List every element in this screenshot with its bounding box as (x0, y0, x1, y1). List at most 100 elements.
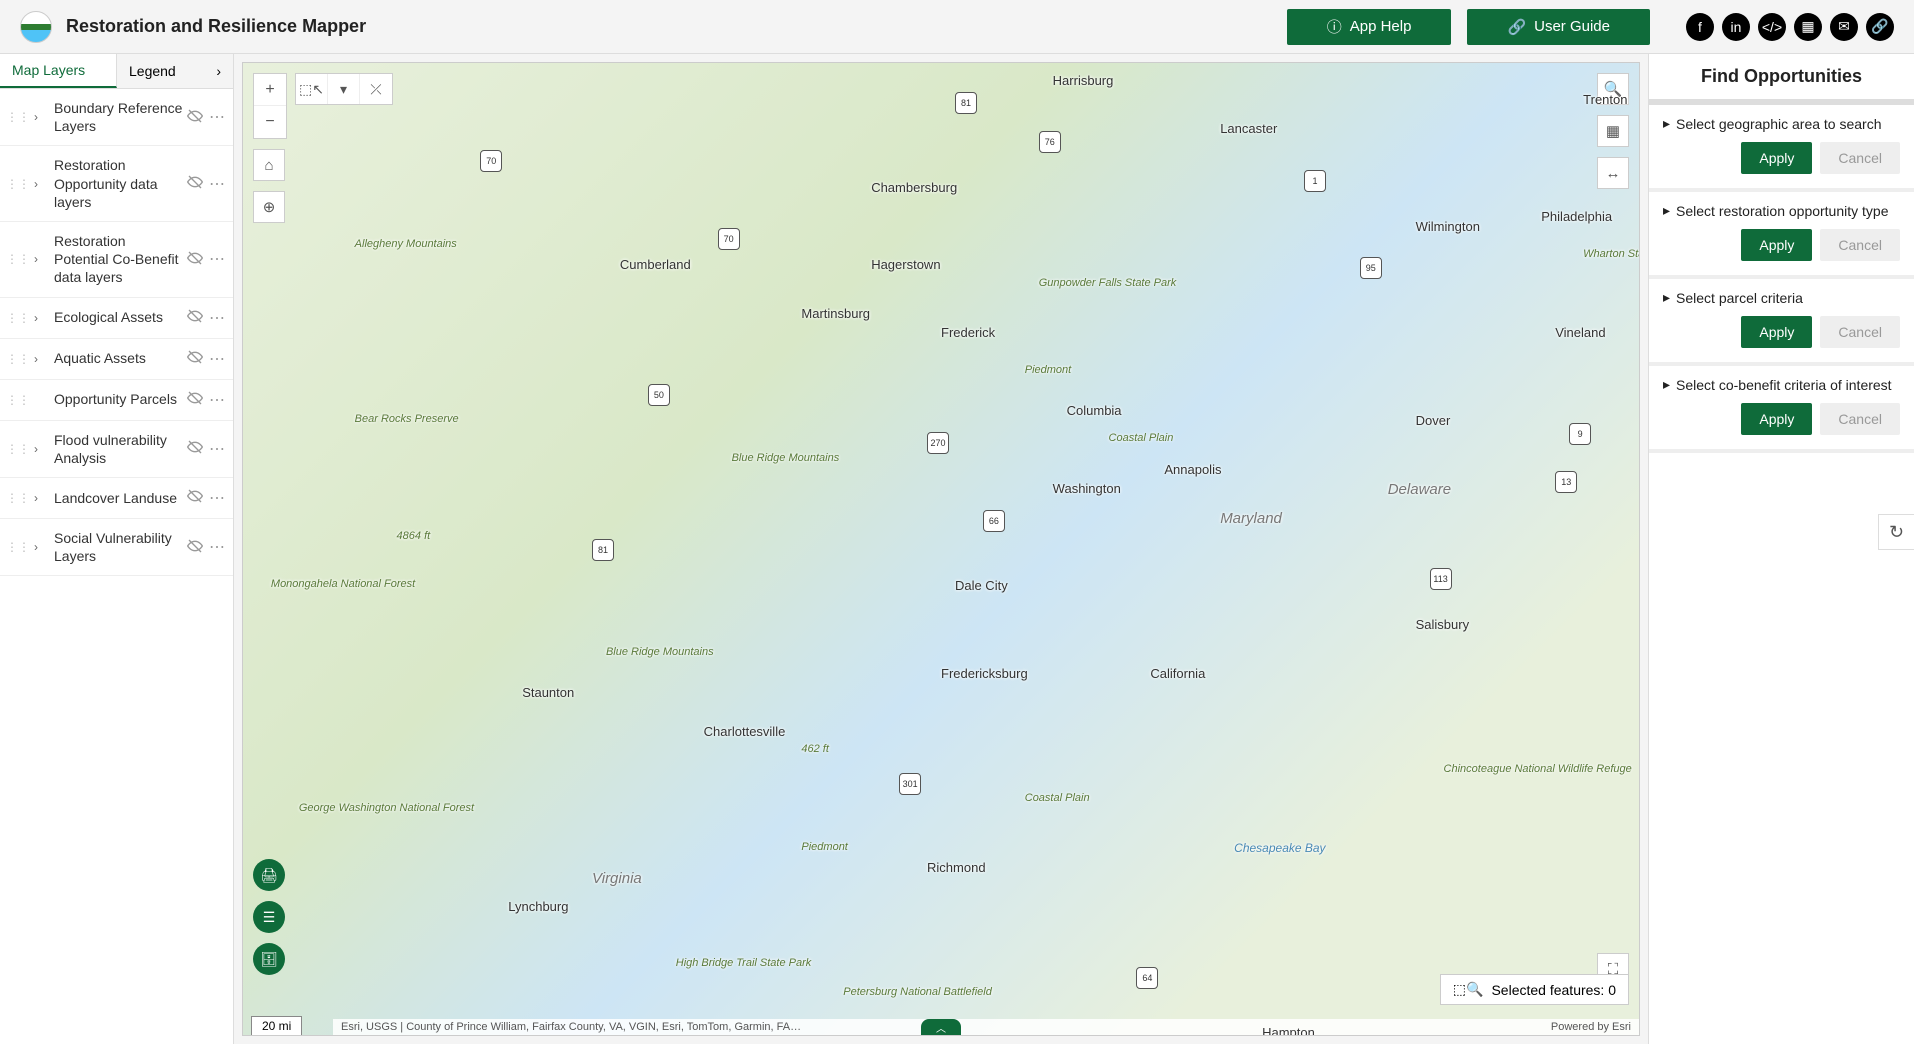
select-dropdown-icon[interactable]: ▾ (328, 74, 360, 104)
qr-icon[interactable]: ▦ (1794, 13, 1822, 41)
tab-map-layers[interactable]: Map Layers (0, 54, 117, 88)
more-options-icon[interactable]: ⋯ (209, 349, 227, 369)
apply-button[interactable]: Apply (1741, 316, 1812, 348)
print-button[interactable]: 🖨 (253, 859, 285, 891)
layer-item: ⋮⋮ Opportunity Parcels ⋯ (0, 380, 233, 421)
attribute-table-toggle[interactable]: ︿ (921, 1019, 961, 1035)
layer-label[interactable]: Aquatic Assets (54, 349, 187, 367)
map-canvas[interactable]: + − ⌂ ⊕ ⬚↖ ▾ ⤫ 🔍 ▦ ↔ 🖨 (242, 62, 1640, 1036)
more-options-icon[interactable]: ⋯ (209, 537, 227, 557)
layer-label[interactable]: Boundary Reference Layers (54, 99, 187, 135)
facebook-icon[interactable]: f (1686, 13, 1714, 41)
data-button[interactable]: 🗄 (253, 943, 285, 975)
criteria-section: ▸Select parcel criteriaApplyCancel (1649, 279, 1914, 366)
drag-handle-icon[interactable]: ⋮⋮ (6, 177, 30, 191)
linkedin-icon[interactable]: in (1722, 13, 1750, 41)
search-button[interactable]: 🔍 (1597, 73, 1629, 105)
apply-button[interactable]: Apply (1741, 229, 1812, 261)
drag-handle-icon[interactable]: ⋮⋮ (6, 491, 30, 505)
layer-label[interactable]: Ecological Assets (54, 308, 187, 326)
criteria-label: Select co-benefit criteria of interest (1676, 377, 1892, 393)
zoom-out-button[interactable]: − (254, 106, 286, 138)
map-label: Martinsburg (801, 306, 870, 321)
layer-label[interactable]: Social Vulnerability Layers (54, 529, 187, 565)
expand-caret-icon[interactable]: › (34, 110, 46, 124)
more-options-icon[interactable]: ⋯ (209, 488, 227, 508)
selected-features-chip[interactable]: ⬚🔍 Selected features: 0 (1440, 974, 1629, 1005)
map-container: + − ⌂ ⊕ ⬚↖ ▾ ⤫ 🔍 ▦ ↔ 🖨 (234, 54, 1648, 1044)
drag-handle-icon[interactable]: ⋮⋮ (6, 110, 30, 124)
attribution-powered[interactable]: Powered by Esri (1551, 1021, 1631, 1033)
map-label: Gunpowder Falls State Park (1039, 277, 1177, 289)
more-options-icon[interactable]: ⋯ (209, 174, 227, 194)
share-link-icon[interactable]: 🔗 (1866, 13, 1894, 41)
select-clear-icon[interactable]: ⤫ (360, 74, 392, 104)
map-label: Frederick (941, 325, 995, 340)
layer-label[interactable]: Opportunity Parcels (54, 390, 187, 408)
criteria-header[interactable]: ▸Select parcel criteria (1663, 289, 1900, 306)
drag-handle-icon[interactable]: ⋮⋮ (6, 540, 30, 554)
expand-caret-icon[interactable]: › (34, 442, 46, 456)
map-label: Hagerstown (871, 257, 940, 272)
criteria-actions: ApplyCancel (1663, 142, 1900, 174)
map-label: Coastal Plain (1109, 432, 1174, 444)
expand-caret-icon[interactable]: › (34, 352, 46, 366)
more-options-icon[interactable]: ⋯ (209, 439, 227, 459)
visibility-off-icon[interactable] (187, 349, 203, 368)
map-label: Monongahela National Forest (271, 578, 415, 590)
zoom-controls: + − (253, 73, 287, 139)
layer-label[interactable]: Restoration Potential Co-Benefit data la… (54, 232, 187, 287)
map-label: Chambersburg (871, 180, 957, 195)
criteria-header[interactable]: ▸Select co-benefit criteria of interest (1663, 376, 1900, 393)
social-icons: f in </> ▦ ✉ 🔗 (1686, 13, 1894, 41)
visibility-off-icon[interactable] (187, 108, 203, 127)
legend-button[interactable]: ☰ (253, 901, 285, 933)
refresh-button[interactable]: ↻ (1878, 514, 1914, 550)
layer-label[interactable]: Flood vulnerability Analysis (54, 431, 187, 467)
user-guide-button[interactable]: 🔗 User Guide (1467, 9, 1650, 45)
apply-button[interactable]: Apply (1741, 403, 1812, 435)
expand-caret-icon[interactable]: › (34, 177, 46, 191)
criteria-header[interactable]: ▸Select restoration opportunity type (1663, 202, 1900, 219)
mail-icon[interactable]: ✉ (1830, 13, 1858, 41)
cancel-button: Cancel (1820, 403, 1900, 435)
home-button[interactable]: ⌂ (253, 149, 285, 181)
criteria-section: ▸Select co-benefit criteria of interest A… (1649, 366, 1914, 453)
criteria-header[interactable]: ▸Select geographic area to search (1663, 115, 1900, 132)
expand-caret-icon[interactable]: › (34, 311, 46, 325)
more-options-icon[interactable]: ⋯ (209, 390, 227, 410)
expand-caret-icon[interactable]: › (34, 540, 46, 554)
expand-caret-icon[interactable]: › (34, 491, 46, 505)
zoom-in-button[interactable]: + (254, 74, 286, 106)
measure-button[interactable]: ↔ (1597, 157, 1629, 189)
basemap-button[interactable]: ▦ (1597, 115, 1629, 147)
locate-button[interactable]: ⊕ (253, 191, 285, 223)
drag-handle-icon[interactable]: ⋮⋮ (6, 442, 30, 456)
visibility-off-icon[interactable] (187, 308, 203, 327)
drag-handle-icon[interactable]: ⋮⋮ (6, 311, 30, 325)
more-options-icon[interactable]: ⋯ (209, 107, 227, 127)
visibility-off-icon[interactable] (187, 390, 203, 409)
map-label: Chincoteague National Wildlife Refuge (1444, 763, 1632, 775)
more-options-icon[interactable]: ⋯ (209, 308, 227, 328)
visibility-off-icon[interactable] (187, 538, 203, 557)
map-label: Annapolis (1164, 462, 1221, 477)
visibility-off-icon[interactable] (187, 439, 203, 458)
drag-handle-icon[interactable]: ⋮⋮ (6, 252, 30, 266)
apply-button[interactable]: Apply (1741, 142, 1812, 174)
visibility-off-icon[interactable] (187, 488, 203, 507)
visibility-off-icon[interactable] (187, 250, 203, 269)
app-help-button[interactable]: ⓘ App Help (1287, 9, 1452, 45)
tab-legend[interactable]: Legend › (117, 54, 233, 88)
expand-caret-icon[interactable]: › (34, 252, 46, 266)
embed-icon[interactable]: </> (1758, 13, 1786, 41)
select-rect-icon[interactable]: ⬚↖ (296, 74, 328, 104)
drag-handle-icon[interactable]: ⋮⋮ (6, 393, 30, 407)
route-shield: 81 (955, 92, 977, 114)
visibility-off-icon[interactable] (187, 174, 203, 193)
layer-label[interactable]: Restoration Opportunity data layers (54, 156, 187, 211)
more-options-icon[interactable]: ⋯ (209, 249, 227, 269)
route-shield: 50 (648, 384, 670, 406)
drag-handle-icon[interactable]: ⋮⋮ (6, 352, 30, 366)
layer-label[interactable]: Landcover Landuse (54, 489, 187, 507)
